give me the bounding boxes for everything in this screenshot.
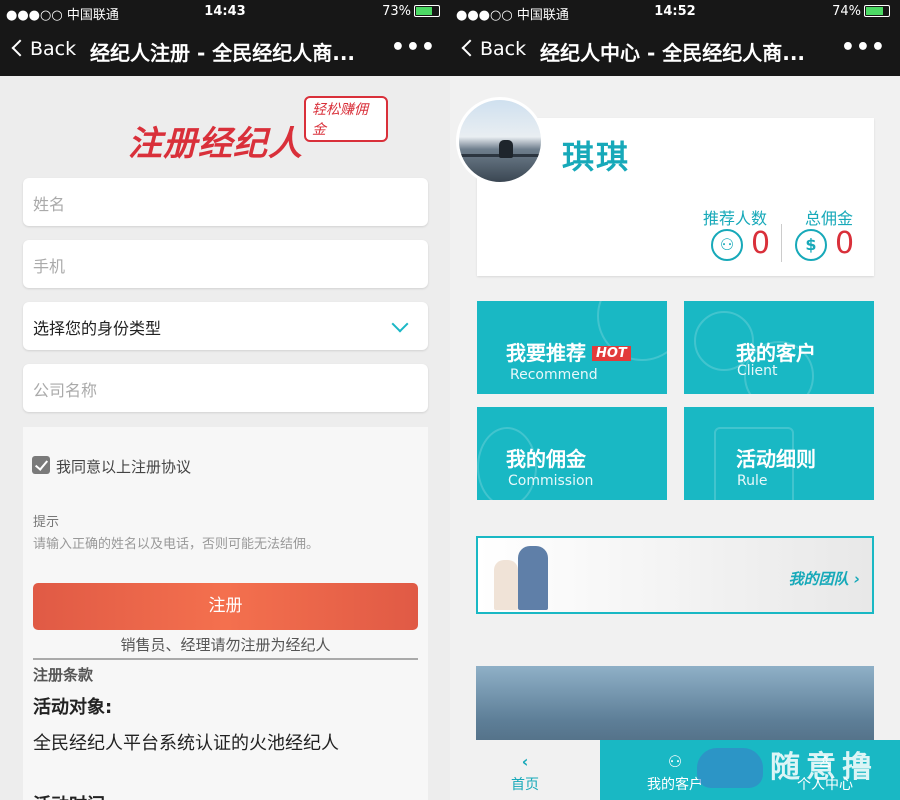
battery-icon — [864, 5, 890, 17]
activity-time-heading: 活动时间: — [33, 791, 112, 800]
chevron-down-icon — [391, 315, 409, 333]
tile-recommend-title: 我要推荐 HOT — [506, 337, 631, 366]
team-people-image — [488, 542, 556, 612]
back-button[interactable]: Back — [460, 38, 526, 60]
tile-commission-title: 我的佣金 — [506, 447, 586, 471]
tile-commission[interactable]: 我的佣金 Commission — [477, 407, 667, 500]
battery-percent: 73% — [382, 4, 411, 19]
company-field[interactable]: 公司名称 — [23, 364, 428, 412]
tab-my-clients-label: 我的客户 — [647, 777, 703, 793]
activity-target-heading: 活动对象: — [33, 697, 113, 718]
watermark-text: 随意撸 — [770, 750, 878, 785]
tile-client-title: 我的客户 — [736, 341, 816, 365]
chevron-left-icon: ‹ — [521, 752, 529, 771]
agree-label[interactable]: 我同意以上注册协议 — [56, 456, 191, 477]
identity-select-label: 选择您的身份类型 — [33, 319, 162, 338]
more-button[interactable]: ••• — [841, 35, 886, 60]
team-banner[interactable]: 我的团队 › — [476, 536, 874, 614]
name-field[interactable]: 姓名 — [23, 178, 428, 226]
activity-target-text: 全民经纪人平台系统认证的火池经纪人 — [33, 733, 339, 754]
status-bar: ●●●○○ 中国联通 14:43 73% — [0, 0, 450, 24]
battery-icon — [414, 5, 440, 17]
phone-field[interactable]: 手机 — [23, 240, 428, 288]
register-logo: 注册经纪人 轻松赚佣金 — [128, 96, 388, 164]
tip-title: 提示 — [33, 515, 60, 530]
back-button[interactable]: Back — [10, 38, 76, 60]
money-bag-icon: $ — [795, 229, 827, 261]
logo-main-text: 注册经纪人 — [128, 124, 303, 164]
nav-bar: Back 经纪人中心 - 全民经纪人商... ••• — [450, 24, 900, 76]
tile-rule[interactable]: 活动细则 Rule — [684, 407, 874, 500]
tile-recommend-subtitle: Recommend — [510, 367, 598, 383]
tile-rule-title: 活动细则 — [736, 447, 816, 471]
battery-percent: 74% — [832, 4, 861, 19]
tile-rule-subtitle: Rule — [737, 473, 768, 489]
tile-recommend[interactable]: 我要推荐 HOT Recommend — [477, 301, 667, 394]
logo-tag-bubble: 轻松赚佣金 — [304, 96, 388, 142]
screenshot-composite: ●●●○○ 中国联通 14:43 73% Back 经纪人注册 - 全民经纪人商… — [0, 0, 900, 800]
recommend-count-value: 0 — [751, 226, 771, 261]
status-bar: ●●●○○ 中国联通 14:52 74% — [450, 0, 900, 24]
team-label: 我的团队 › — [788, 570, 860, 588]
register-screen: ●●●○○ 中国联通 14:43 73% Back 经纪人注册 - 全民经纪人商… — [0, 0, 450, 800]
page-title: 经纪人注册 - 全民经纪人商... — [90, 41, 356, 65]
identity-type-select[interactable]: 选择您的身份类型 — [23, 302, 428, 350]
chevron-left-icon — [461, 39, 479, 57]
status-right: 74% — [832, 4, 890, 19]
tip-text: 请输入正确的姓名以及电话，否则可能无法结佣。 — [33, 537, 320, 552]
chevron-left-icon — [11, 39, 29, 57]
tab-home[interactable]: ‹ 首页 — [450, 740, 600, 800]
people-icon: ⚇ — [711, 229, 743, 261]
tile-client[interactable]: 我的客户 Client — [684, 301, 874, 394]
avatar[interactable] — [456, 97, 544, 185]
register-button[interactable]: 注册 — [33, 583, 418, 630]
total-commission-value: 0 — [835, 226, 855, 261]
tile-client-subtitle: Client — [737, 363, 778, 379]
tile-commission-subtitle: Commission — [508, 473, 594, 489]
more-button[interactable]: ••• — [391, 35, 436, 60]
register-note: 销售员、经理请勿注册为经纪人 — [33, 634, 418, 660]
agreement-section: 我同意以上注册协议 提示 请输入正确的姓名以及电话，否则可能无法结佣。 注册 销… — [23, 427, 428, 800]
status-right: 73% — [382, 4, 440, 19]
nav-bar: Back 经纪人注册 - 全民经纪人商... ••• — [0, 24, 450, 76]
page-title: 经纪人中心 - 全民经纪人商... — [540, 41, 806, 65]
terms-heading: 注册条款 — [33, 666, 94, 684]
profile-name: 琪琪 — [562, 138, 631, 176]
agree-checkbox[interactable] — [32, 456, 50, 474]
tab-home-label: 首页 — [511, 777, 539, 793]
back-label: Back — [30, 38, 77, 60]
hot-badge: HOT — [592, 346, 631, 361]
stats-divider — [781, 224, 782, 262]
watermark-cloud-icon — [697, 748, 763, 788]
back-label: Back — [480, 38, 527, 60]
